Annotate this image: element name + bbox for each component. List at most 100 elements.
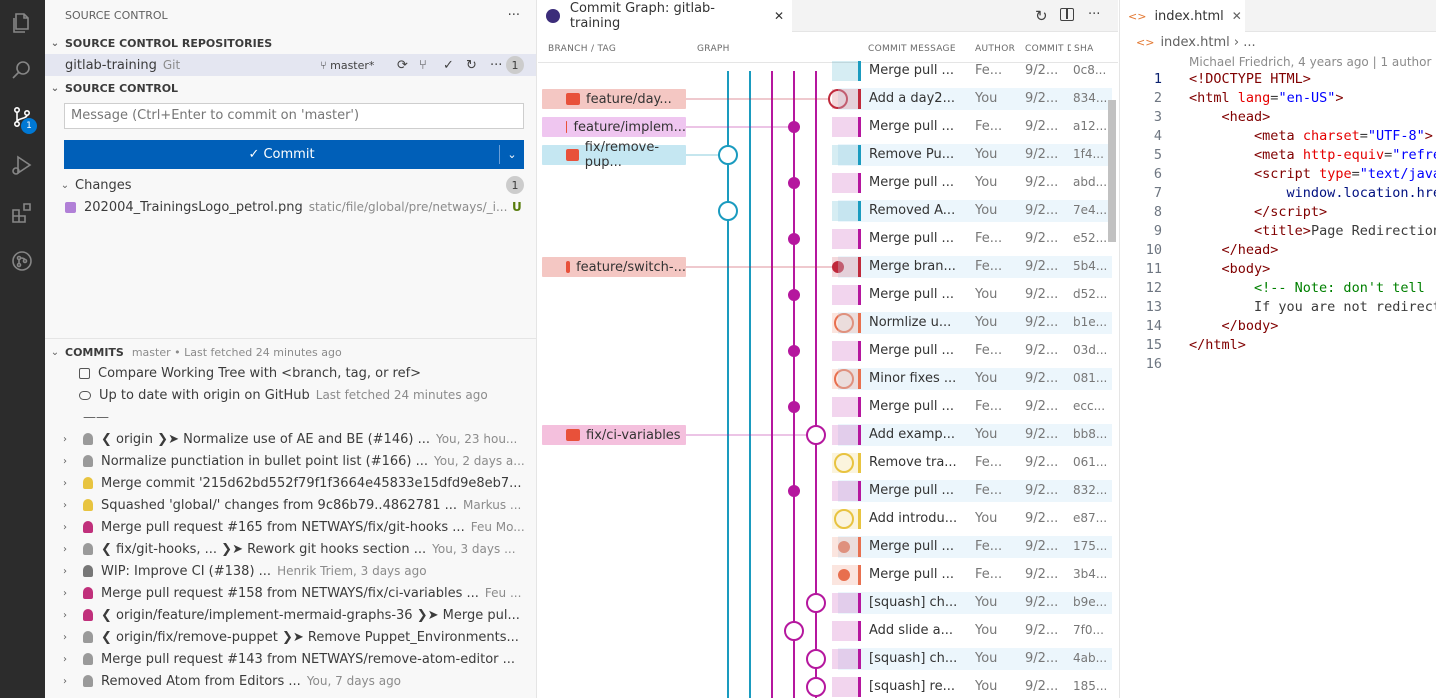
commit-author: You: [975, 679, 998, 694]
tab-commit-graph[interactable]: Commit Graph: gitlab-training ✕: [538, 0, 792, 32]
author-avatar: [83, 455, 93, 467]
code-line[interactable]: 15 </html>: [1120, 337, 1436, 356]
commit-item[interactable]: › ❮ fix/git-hooks, ... ❯➤ Rework git hook…: [45, 538, 536, 560]
branch-tag[interactable]: feature/implem...: [542, 117, 686, 137]
commit-item[interactable]: › ❮ origin/fix/remove-puppet ❯➤ Remove Pu…: [45, 626, 536, 648]
repo-type: Git: [162, 58, 181, 72]
code-line[interactable]: 9 <title>Page Redirection: [1120, 223, 1436, 242]
commit-color-bar: [858, 341, 861, 361]
files-icon[interactable]: [7, 8, 37, 38]
scrollbar-thumb[interactable]: [1108, 100, 1116, 242]
graph-icon[interactable]: ⑂: [419, 58, 427, 73]
graph-row[interactable]: Merge pull ... Fe... 9/2... 0c8...: [538, 57, 1118, 85]
refresh-icon[interactable]: ↻: [1035, 7, 1048, 25]
code-line[interactable]: 16: [1120, 356, 1436, 375]
graph-row[interactable]: Merge pull ... Fe... 9/2... ecc...: [538, 393, 1118, 421]
run-debug-icon[interactable]: [7, 150, 37, 180]
split-editor-icon[interactable]: [1060, 8, 1074, 21]
commit-message-input[interactable]: Message (Ctrl+Enter to commit on 'master…: [64, 103, 524, 129]
graph-row[interactable]: fix/ci-variables Add examp... You 9/2... bb8…: [538, 421, 1118, 449]
breadcrumb[interactable]: <> index.html › ...: [1136, 35, 1256, 50]
branch-icon: [566, 93, 580, 105]
commit-item[interactable]: › ❮ origin/feature/implement-mermaid-grap…: [45, 604, 536, 626]
commit-highlight: [832, 313, 861, 333]
commits-section-header[interactable]: ⌄ COMMITS master • Last fetched 24 minut…: [45, 341, 536, 363]
changed-file-item[interactable]: 202004_TrainingsLogo_petrol.png static/f…: [45, 196, 536, 218]
refresh-icon[interactable]: ↻: [466, 58, 477, 73]
graph-row[interactable]: Add introdu... You 9/2... e87...: [538, 505, 1118, 533]
more-actions-icon[interactable]: ···: [508, 8, 520, 23]
graph-row[interactable]: [squash] ch... You 9/2... b9e...: [538, 589, 1118, 617]
graph-row[interactable]: Minor fixes ... You 9/2... 081...: [538, 365, 1118, 393]
graph-row[interactable]: Merge pull ... Fe... 9/2... 175...: [538, 533, 1118, 561]
more-actions-icon[interactable]: ···: [1088, 7, 1100, 22]
tab-index-html[interactable]: <> index.html ✕: [1120, 0, 1245, 32]
commit-item[interactable]: › WIP: Improve CI (#138) ... Henrik Triem,…: [45, 560, 536, 582]
close-icon[interactable]: ✕: [774, 9, 784, 23]
code-line[interactable]: 12 <!-- Note: don't tell: [1120, 280, 1436, 299]
graph-row[interactable]: Add slide a... You 9/2... 7f0...: [538, 617, 1118, 645]
graph-row[interactable]: [squash] ch... You 9/2... 4ab...: [538, 645, 1118, 673]
code-line[interactable]: 1 <!DOCTYPE HTML>: [1120, 71, 1436, 90]
code-line[interactable]: 10 </head>: [1120, 242, 1436, 261]
changed-file-path: static/file/global/pre/netways/_i...: [308, 200, 508, 214]
commit-button[interactable]: ✓ Commit ⌄: [64, 140, 524, 169]
commit-highlight: [832, 565, 861, 585]
graph-row[interactable]: feature/implem... Merge pull ... Fe... 9/2.…: [538, 113, 1118, 141]
commit-item[interactable]: › Merge commit '215d62bd552f79f1f3664e458…: [45, 472, 536, 494]
gitlens-icon[interactable]: [7, 246, 37, 276]
graph-row[interactable]: feature/day... Add a day2... You 9/2... 834.…: [538, 85, 1118, 113]
chevron-down-icon: ⌄: [60, 179, 70, 191]
close-icon[interactable]: ✕: [1232, 9, 1242, 23]
commit-check-icon[interactable]: ✓: [443, 58, 454, 73]
graph-row[interactable]: [squash] re... You 9/2... 185...: [538, 673, 1118, 698]
repository-item[interactable]: gitlab-training Git ⑂ master* ⟳ ⑂ ✓ ↻ ··…: [45, 54, 536, 76]
repo-more-icon[interactable]: ···: [490, 58, 502, 73]
commit-item[interactable]: › Squashed 'global/' changes from 9c86b79…: [45, 494, 536, 516]
changes-group[interactable]: ⌄ Changes 1: [45, 174, 536, 196]
branch-tag[interactable]: fix/ci-variables: [542, 425, 686, 445]
chevron-down-icon[interactable]: ⌄: [500, 148, 524, 161]
graph-row[interactable]: feature/switch-... Merge bran... Fe... 9/2.…: [538, 253, 1118, 281]
commit-item[interactable]: › Normalize punctiation in bullet point l…: [45, 450, 536, 472]
code-area[interactable]: 1 <!DOCTYPE HTML> 2 <html lang="en-US"> 3 <h…: [1120, 71, 1436, 698]
code-line[interactable]: 5 <meta http-equiv="refresh": [1120, 147, 1436, 166]
graph-row[interactable]: Normlize u... You 9/2... b1e...: [538, 309, 1118, 337]
graph-row[interactable]: Removed A... You 9/2... 7e4...: [538, 197, 1118, 225]
graph-row[interactable]: Merge pull ... You 9/2... d52...: [538, 281, 1118, 309]
code-line[interactable]: 13 If you are not redirected: [1120, 299, 1436, 318]
code-line[interactable]: 4 <meta charset="UTF-8">: [1120, 128, 1436, 147]
code-line[interactable]: 8 </script>: [1120, 204, 1436, 223]
graph-row[interactable]: Merge pull ... Fe... 9/2... 3b4...: [538, 561, 1118, 589]
repositories-section-header[interactable]: ⌄ SOURCE CONTROL REPOSITORIES: [45, 32, 536, 54]
extensions-icon[interactable]: [7, 198, 37, 228]
code-line[interactable]: 6 <script type="text/javascript": [1120, 166, 1436, 185]
branch-tag[interactable]: feature/day...: [542, 89, 686, 109]
commit-item[interactable]: › Removed Atom from Editors ... You, 7 day…: [45, 670, 536, 692]
graph-row[interactable]: Merge pull ... You 9/2... abd...: [538, 169, 1118, 197]
branch-tag[interactable]: fix/remove-pup...: [542, 140, 686, 170]
branch-tag[interactable]: feature/switch-...: [542, 257, 686, 277]
commit-item[interactable]: › Merge pull request #143 from NETWAYS/re…: [45, 648, 536, 670]
code-line[interactable]: 14 </body>: [1120, 318, 1436, 337]
commit-item[interactable]: › ❮ origin ❯➤ Normalize use of AE and BE …: [45, 428, 536, 450]
graph-row[interactable]: fix/remove-pup... Remove Pu... You 9/2... 1f…: [538, 140, 1118, 170]
graph-row[interactable]: Remove tra... Fe... 9/2... 061...: [538, 449, 1118, 477]
commit-author: You: [975, 623, 998, 638]
graph-row[interactable]: Merge pull ... Fe... 9/2... 832...: [538, 477, 1118, 505]
code-line[interactable]: 11 <body>: [1120, 261, 1436, 280]
commit-author: You: [975, 595, 998, 610]
commit-item[interactable]: › Merge pull request #158 from NETWAYS/fi…: [45, 582, 536, 604]
search-icon[interactable]: [7, 55, 37, 85]
branch-indicator[interactable]: ⑂ master*: [320, 59, 374, 72]
compare-working-tree[interactable]: Compare Working Tree with <branch, tag, …: [45, 362, 536, 384]
graph-row[interactable]: Merge pull ... Fe... 9/2... e52...: [538, 225, 1118, 253]
commit-item[interactable]: › Merge pull request #165 from NETWAYS/fi…: [45, 516, 536, 538]
source-control-section-header[interactable]: ⌄ SOURCE CONTROL: [45, 77, 536, 99]
commit-sha: 0c8...: [1073, 63, 1107, 77]
code-line[interactable]: 7 window.location.href: [1120, 185, 1436, 204]
sync-icon[interactable]: ⟳: [397, 58, 408, 73]
code-line[interactable]: 2 <html lang="en-US">: [1120, 90, 1436, 109]
graph-row[interactable]: Merge pull ... Fe... 9/2... 03d...: [538, 337, 1118, 365]
code-line[interactable]: 3 <head>: [1120, 109, 1436, 128]
